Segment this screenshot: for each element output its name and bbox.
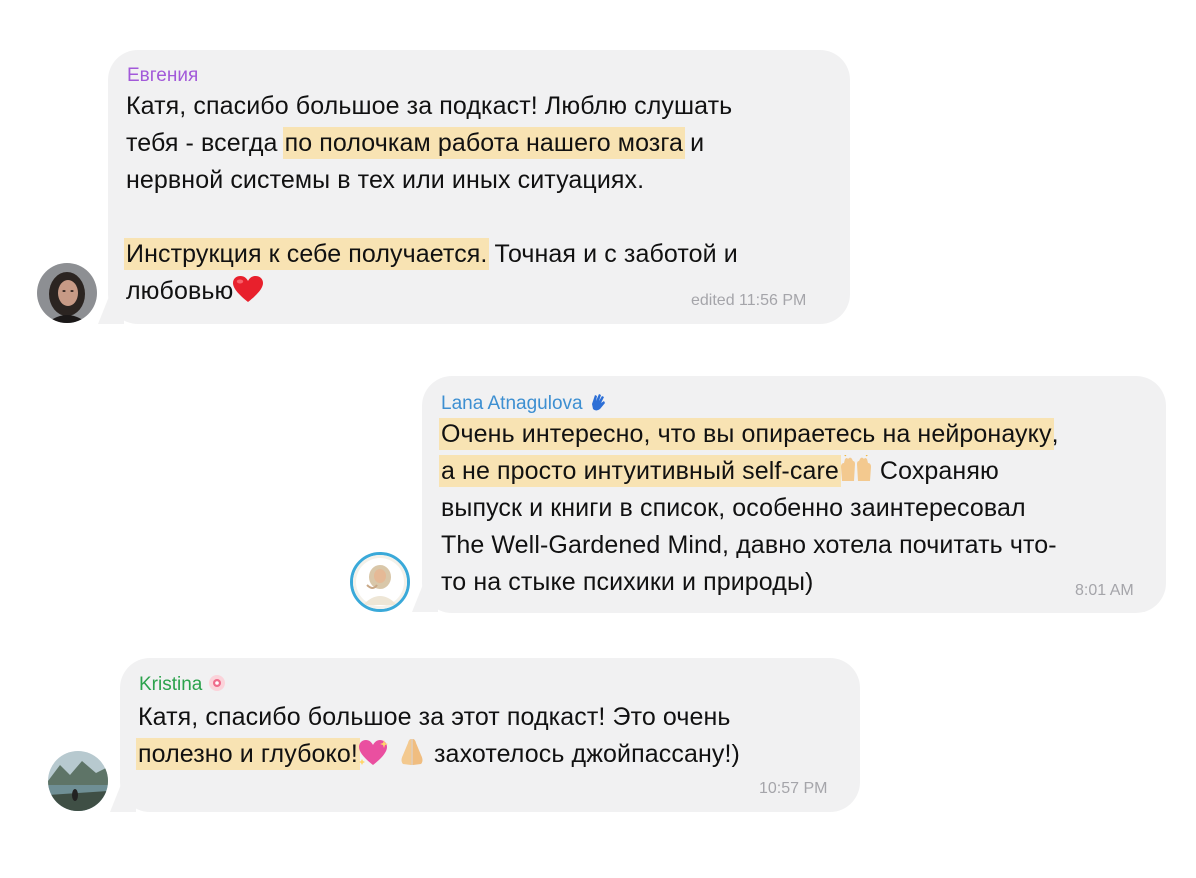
red-heart-emoji-icon [233,276,264,302]
highlighted-text: а не просто интуитивный self-care [439,455,841,487]
highlighted-text: Очень интересно, что вы опираетесь на не… [439,418,1054,450]
highlighted-text: Инструкция к себе получается. [124,238,490,270]
sender-name[interactable]: Kristina [139,674,226,696]
message-line: а не просто интуитивный self-care Сохран… [439,453,1059,490]
text-run: Сохраняю [872,457,999,485]
message-line: Очень интересно, что вы опираетесь на не… [439,416,1059,453]
woman-portrait-avatar-icon[interactable] [37,263,97,323]
message-line: то на стыке психики и природы) [441,564,1059,601]
text-run: то на стыке психики и природы) [441,568,814,596]
text-run: и [683,129,705,157]
text-run: выпуск и книги в список, особенно заинте… [441,494,1026,522]
sender-name-text: Kristina [139,674,203,695]
sender-name[interactable]: Евгения [127,65,198,87]
message-text: Катя, спасибо большое за подкаст! Люблю … [124,88,738,310]
message-line: Катя, спасибо большое за подкаст! Люблю … [126,88,738,125]
message-line: любовью [126,273,738,310]
sender-name-text: Lana Atnagulova [441,393,583,414]
pink-sparkle-emoji-icon [208,675,225,691]
highlighted-text: по полочкам работа нашего мозга [282,127,686,159]
sender-name[interactable]: Lana Atnagulova [441,392,608,415]
highlighted-text: полезно и глубоко! [136,738,360,770]
message-text: Очень интересно, что вы опираетесь на не… [439,416,1059,601]
message-timestamp: 10:57 PM [759,780,828,797]
message-line: Инструкция к себе получается. Точная и с… [124,236,738,273]
message-timestamp: 8:01 AM [1075,582,1134,599]
message-text: Катя, спасибо большое за этот подкаст! Э… [136,699,740,773]
folded-hands-emoji-icon [401,739,423,765]
text-run: нервной системы в тех или иных ситуациях… [126,166,645,194]
text-run: захотелось джойпассану!) [426,740,740,768]
message-line: нервной системы в тех или иных ситуациях… [126,162,738,199]
text-run [390,740,397,768]
message-line: The Well-Gardened Mind, давно хотела поч… [441,527,1059,564]
message-line: Катя, спасибо большое за этот подкаст! Э… [138,699,740,736]
message-line: тебя - всегда по полочкам работа нашего … [126,125,738,162]
waving-hand-emoji-icon [591,394,605,411]
text-run: The Well-Gardened Mind, давно хотела поч… [441,531,1057,559]
text-run: Точная и с заботой и [487,240,738,268]
text-run: любовью [126,277,234,305]
text-run: тебя - всегда [126,129,285,157]
message-line: полезно и глубоко! захотелось джойпассан… [136,736,740,773]
text-run: Катя, спасибо большое за подкаст! Люблю … [126,92,733,120]
sparkling-heart-emoji-icon [358,740,388,765]
text-run: , [1051,420,1059,448]
message-line [126,199,738,236]
lake-mountains-avatar-icon[interactable] [48,751,108,811]
raising-hands-emoji-icon [840,453,871,481]
text-run: Катя, спасибо большое за этот подкаст! Э… [138,703,731,731]
message-line: выпуск и книги в список, особенно заинте… [441,490,1059,527]
message-timestamp: edited 11:56 PM [691,292,807,309]
woman-outdoors-avatar-icon[interactable] [350,552,410,612]
